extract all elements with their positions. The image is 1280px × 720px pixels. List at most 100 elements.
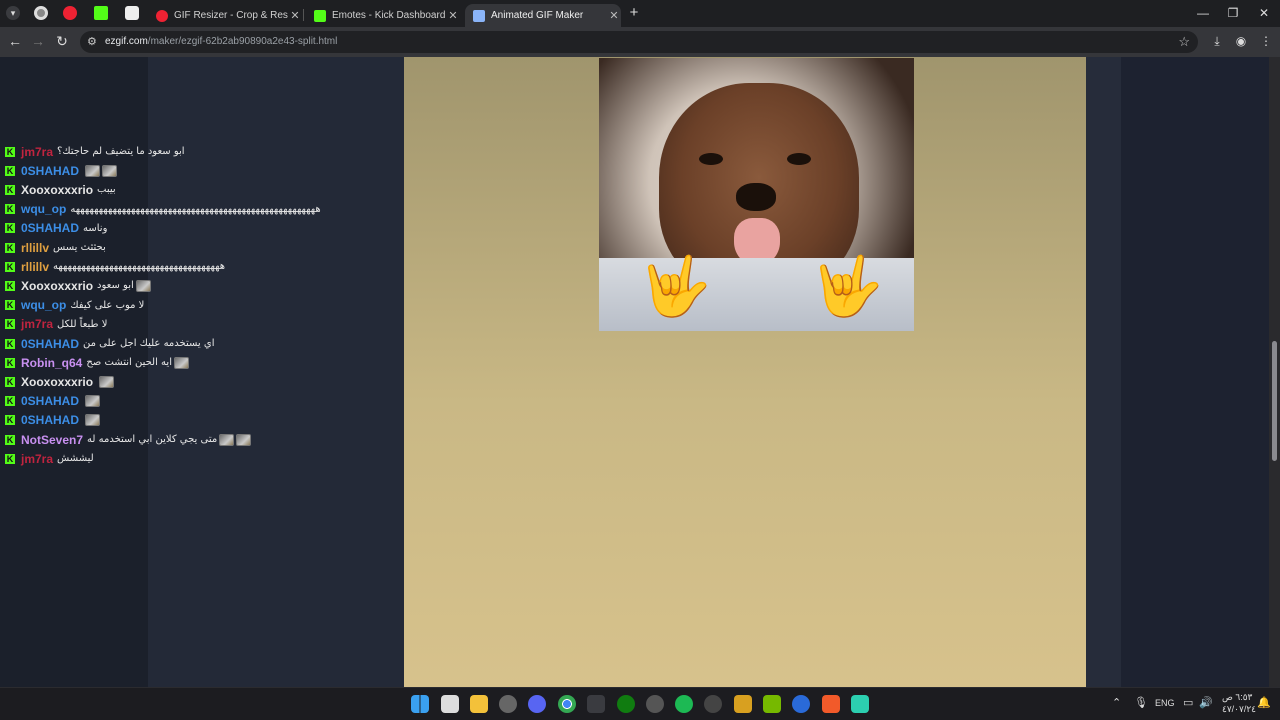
chat-message: K 0SHAHAD: [5, 161, 118, 180]
download-icon[interactable]: ⤓: [1209, 34, 1225, 49]
windows-taskbar: ⌃ 🎙 ENG ▭ 🔊 ٦:٥٣ ص ٤٧/٠٧/٢٤ 🔔: [0, 687, 1280, 720]
chat-username[interactable]: 0SHAHAD: [21, 221, 79, 235]
close-tab-icon[interactable]: ✕: [607, 9, 621, 22]
pinned-tab-chrome-icon[interactable]: [34, 6, 48, 20]
kick-badge-icon: K: [5, 453, 15, 464]
chat-username[interactable]: NotSeven7: [21, 433, 83, 447]
kick-badge-icon: K: [5, 415, 15, 426]
chat-emote-icon: [85, 414, 101, 427]
page-scrollbar[interactable]: [1269, 57, 1280, 687]
chat-message: Kwqu_op ههههههههههههههههههههههههههههههههه…: [5, 200, 321, 219]
frame-border: [1086, 57, 1121, 687]
chat-username[interactable]: Xooxoxxxrio: [21, 183, 93, 197]
chat-username[interactable]: 0SHAHAD: [21, 394, 79, 408]
minimize-icon[interactable]: —: [1196, 6, 1210, 20]
pinned-tab-kick-icon[interactable]: [94, 6, 108, 20]
pinned-tab-icon[interactable]: [63, 6, 77, 20]
store-icon[interactable]: [441, 695, 459, 713]
rock-on-hand-right-icon: 🤟: [811, 254, 884, 319]
folder-app-icon[interactable]: [734, 695, 752, 713]
settings-gear-icon[interactable]: [499, 695, 517, 713]
brave-icon[interactable]: [822, 695, 840, 713]
chat-message-text: لا موب على كيفك: [70, 299, 145, 311]
language-indicator[interactable]: ENG: [1155, 698, 1175, 708]
chat-username[interactable]: jm7ra: [21, 145, 53, 159]
chat-message-text: لا طبعاً للكل: [57, 318, 108, 330]
tab-search-icon[interactable]: ▾: [6, 6, 20, 20]
close-tab-icon[interactable]: ✕: [446, 9, 460, 22]
microphone-icon[interactable]: 🎙: [1134, 696, 1148, 709]
audio-app-icon[interactable]: [851, 695, 869, 713]
steam-icon[interactable]: [646, 695, 664, 713]
kick-badge-icon: K: [5, 146, 15, 157]
chat-username[interactable]: wqu_op: [21, 202, 66, 216]
scrollbar-thumb[interactable]: [1272, 341, 1277, 461]
site-info-icon[interactable]: ⚙: [87, 35, 97, 48]
chat-username[interactable]: jm7ra: [21, 452, 53, 466]
chat-message: Kjm7ra ابو سعود ما يتضيف لم حاجتك؟: [5, 142, 185, 161]
discord-icon[interactable]: [528, 695, 546, 713]
telegram-icon[interactable]: [587, 695, 605, 713]
network-icon[interactable]: ▭: [1183, 696, 1193, 709]
tab-emotes-kick[interactable]: Emotes - Kick Dashboard ✕: [308, 4, 460, 27]
dog-nose: [736, 183, 776, 211]
kick-badge-icon: K: [5, 338, 15, 349]
chat-emote-icon: [102, 164, 118, 177]
address-bar[interactable]: ⚙ ezgif.com/maker/ezgif-62b2ab90890a2e43…: [80, 31, 1198, 53]
kick-badge-icon: K: [5, 242, 15, 253]
chat-message: Krllillv بحثثث يسس: [5, 238, 106, 257]
tab-animated-gif-maker[interactable]: Animated GIF Maker ✕: [465, 4, 621, 27]
chat-emote-icon: [135, 279, 151, 292]
chat-username[interactable]: Xooxoxxxrio: [21, 279, 93, 293]
reload-icon[interactable]: ↻: [53, 33, 71, 50]
chat-username[interactable]: Xooxoxxxrio: [21, 375, 93, 389]
app-icon[interactable]: [792, 695, 810, 713]
kick-badge-icon: K: [5, 357, 15, 368]
clock-date[interactable]: ٤٧/٠٧/٢٤: [1222, 704, 1256, 715]
close-tab-icon[interactable]: ✕: [288, 9, 302, 22]
maximize-icon[interactable]: ❐: [1226, 6, 1240, 20]
chat-message-text: ايه الحين انتشت صح: [86, 357, 172, 369]
profile-avatar-icon[interactable]: ◉: [1233, 34, 1249, 48]
volume-icon[interactable]: 🔊: [1199, 696, 1213, 709]
back-arrow-icon[interactable]: ←: [6, 33, 24, 49]
kick-badge-icon: K: [5, 184, 15, 195]
start-windows-icon[interactable]: [411, 695, 429, 713]
chat-message: Kwqu_op لا موب على كيفك: [5, 296, 144, 315]
tab-gif-resizer[interactable]: GIF Resizer - Crop & Resize Ani ✕: [150, 4, 302, 27]
chat-emote-icon: [219, 433, 235, 446]
chat-message: K Robin_q64 ايه الحين انتشت صح: [5, 353, 189, 372]
chat-username[interactable]: Robin_q64: [21, 356, 82, 370]
kick-badge-icon: K: [5, 280, 15, 291]
chat-username[interactable]: 0SHAHAD: [21, 413, 79, 427]
kick-badge-icon: K: [5, 434, 15, 445]
chat-username[interactable]: rllillv: [21, 260, 49, 274]
ccleaner-icon[interactable]: [704, 695, 722, 713]
chat-username[interactable]: 0SHAHAD: [21, 164, 79, 178]
menu-kebab-icon[interactable]: ⋮: [1258, 34, 1274, 48]
forward-arrow-icon[interactable]: →: [29, 33, 47, 49]
chrome-icon[interactable]: [558, 695, 576, 713]
tray-chevron-icon[interactable]: ⌃: [1112, 696, 1121, 709]
kick-badge-icon: K: [5, 300, 15, 311]
spotify-icon[interactable]: [675, 695, 693, 713]
rock-on-hand-left-icon: 🤟: [639, 254, 712, 319]
chat-message-text: ابو سعود: [97, 280, 134, 292]
new-tab-button[interactable]: +: [627, 4, 641, 21]
tab-title: Emotes - Kick Dashboard: [332, 10, 446, 21]
chat-username[interactable]: 0SHAHAD: [21, 337, 79, 351]
chat-message: K 0SHAHAD: [5, 392, 101, 411]
close-window-icon[interactable]: ✕: [1257, 6, 1271, 20]
file-explorer-icon[interactable]: [470, 695, 488, 713]
chat-username[interactable]: rllillv: [21, 241, 49, 255]
clock-time[interactable]: ٦:٥٣ ص: [1222, 692, 1252, 703]
pinned-tab-brave-icon[interactable]: [125, 6, 139, 20]
chat-emote-icon: [236, 433, 252, 446]
url-domain: ezgif.com: [105, 36, 148, 47]
nvidia-icon[interactable]: [763, 695, 781, 713]
xbox-icon[interactable]: [617, 695, 635, 713]
bookmark-star-icon[interactable]: ☆: [1178, 34, 1190, 50]
notification-bell-icon[interactable]: 🔔: [1257, 696, 1271, 709]
chat-username[interactable]: wqu_op: [21, 298, 66, 312]
chat-username[interactable]: jm7ra: [21, 317, 53, 331]
